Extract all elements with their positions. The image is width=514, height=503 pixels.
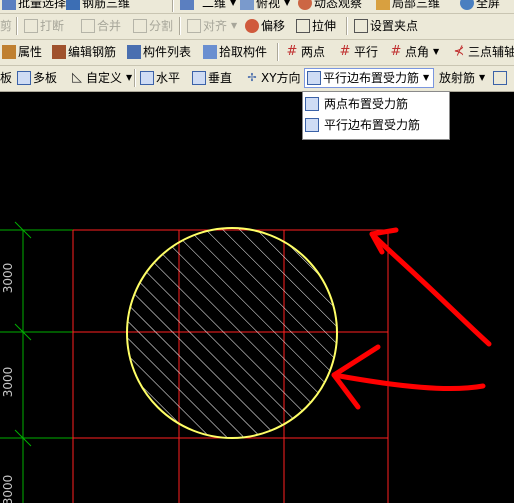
eyedropper-icon: [203, 45, 217, 59]
dimension-label: 3000: [1, 367, 15, 398]
slab-hatch: [127, 228, 337, 438]
chevron-down-icon: ▼: [126, 73, 133, 82]
two-points-layout-icon: [305, 97, 319, 111]
drawing-canvas[interactable]: 3000 3000 3000: [0, 92, 514, 503]
toolbar-row2: 剪 打断 合并 分割 对齐 ▼ 偏移 拉伸 设置夹点: [0, 14, 514, 40]
stretch-icon: [296, 19, 310, 33]
toolbar-row4: 板 多板 ◺ 自定义 ▼ 水平 垂直 ✢ XY方向 平行边布置受力筋 ▼ 放射筋…: [0, 66, 514, 92]
properties-button[interactable]: 属性: [2, 42, 42, 62]
horizontal-button[interactable]: 水平: [140, 68, 180, 88]
bracket-icon: [493, 71, 507, 85]
chevron-down-icon: ▼: [230, 0, 237, 7]
merge-icon: [81, 19, 95, 33]
component-list-button[interactable]: 构件列表: [127, 42, 191, 62]
parallel-edge-layout-icon: [305, 118, 319, 132]
dropdown-item-parallel-edge[interactable]: 平行边布置受力筋: [305, 115, 420, 135]
radial-rebar-select[interactable]: 放射筋 ▼: [439, 68, 485, 88]
local-3d-button[interactable]: 局部三维: [376, 0, 440, 13]
properties-icon: [2, 45, 16, 59]
view-2d-select[interactable]: 二维 ▼: [180, 0, 236, 13]
vertical-icon: [192, 71, 206, 85]
stretch-button[interactable]: 拉伸: [296, 16, 336, 36]
chevron-down-icon: ▼: [231, 21, 238, 30]
point-angle-select[interactable]: # 点角 ▼: [389, 42, 440, 62]
chevron-down-icon: ▼: [433, 47, 440, 56]
toolbar-row1: 批量选择 钢筋三维 二维 ▼ 俯视 ▼ 动态观察 局部三维 全屏: [0, 0, 514, 14]
parallel-button[interactable]: # 平行: [338, 42, 378, 62]
parallel-edge-layout-select[interactable]: 平行边布置受力筋 ▼: [304, 68, 434, 88]
parallel-edge-icon: [307, 71, 321, 85]
full-screen-button[interactable]: 全屏: [460, 0, 500, 13]
horizontal-icon: [140, 71, 154, 85]
dimension-label: 3000: [1, 475, 15, 503]
pick-component-button[interactable]: 拾取构件: [203, 42, 267, 62]
slab-button[interactable]: 板: [0, 68, 12, 88]
align-icon: [187, 19, 201, 33]
split-icon: [133, 19, 147, 33]
rebar-3d-icon: [66, 0, 80, 10]
chevron-down-icon: ▼: [479, 73, 486, 82]
two-points-icon: #: [286, 44, 298, 59]
three-point-icon: ⊀: [453, 44, 465, 59]
split-button[interactable]: 分割: [133, 16, 173, 36]
dimension-label: 3000: [1, 263, 15, 294]
custom-select[interactable]: ◺ 自定义 ▼: [70, 68, 132, 88]
break-button[interactable]: 打断: [24, 16, 64, 36]
view-top-icon: [240, 0, 254, 10]
offset-button[interactable]: 偏移: [245, 16, 285, 36]
cursor-icon: [2, 0, 16, 10]
align-button[interactable]: 对齐 ▼: [187, 16, 237, 36]
dynamic-observe-button[interactable]: 动态观察: [298, 0, 362, 13]
xy-direction-button[interactable]: ✢ XY方向: [245, 68, 300, 88]
dropdown-item-two-points[interactable]: 两点布置受力筋: [305, 94, 408, 114]
list-icon: [127, 45, 141, 59]
multi-slab-icon: [17, 71, 31, 85]
local-3d-icon: [376, 0, 390, 10]
toolbar-row3: 属性 编辑钢筋 构件列表 拾取构件 # 两点 # 平行 # 点角 ▼ ⊀ 三点辅…: [0, 40, 514, 66]
parallel-icon: #: [339, 44, 351, 59]
three-point-aux-button[interactable]: ⊀ 三点辅轴: [452, 42, 514, 62]
view-2d-icon: [180, 0, 194, 10]
rebar-3d-button[interactable]: 钢筋三维: [66, 0, 130, 13]
edit-rebar-button[interactable]: 编辑钢筋: [52, 42, 116, 62]
xy-direction-icon: ✢: [247, 71, 257, 84]
offset-icon: [245, 19, 259, 33]
custom-shape-icon: ◺: [72, 70, 82, 85]
vertical-button[interactable]: 垂直: [192, 68, 232, 88]
full-screen-icon: [460, 0, 474, 10]
chevron-down-icon: ▼: [423, 73, 430, 82]
batch-select-button[interactable]: 批量选择: [2, 0, 66, 13]
edit-rebar-icon: [52, 45, 66, 59]
merge-button[interactable]: 合并: [81, 16, 121, 36]
chevron-down-icon: ▼: [284, 0, 291, 7]
set-grip-button[interactable]: 设置夹点: [354, 16, 418, 36]
cut-button[interactable]: 剪: [0, 16, 12, 36]
break-icon: [24, 19, 38, 33]
point-angle-icon: #: [390, 44, 402, 59]
grip-icon: [354, 19, 368, 33]
view-top-select[interactable]: 俯视 ▼: [240, 0, 290, 13]
more-tool-button[interactable]: [493, 68, 507, 88]
multi-slab-button[interactable]: 多板: [17, 68, 57, 88]
two-points-button[interactable]: # 两点: [285, 42, 325, 62]
layout-mode-dropdown: 两点布置受力筋 平行边布置受力筋: [302, 91, 450, 140]
orbit-icon: [298, 0, 312, 10]
